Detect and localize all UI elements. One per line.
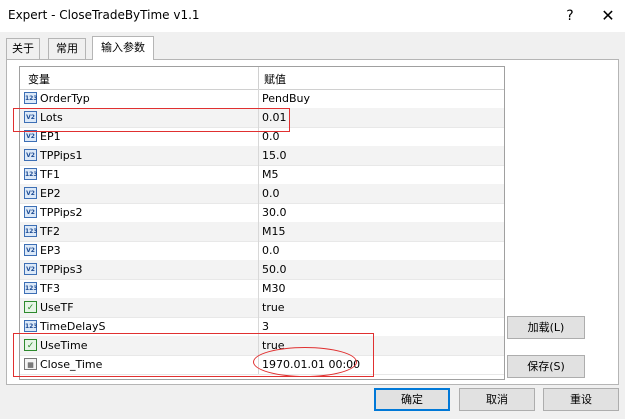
close-button[interactable]: ✕: [598, 6, 618, 26]
param-value[interactable]: 30.0: [262, 206, 287, 219]
param-name: TF1: [40, 168, 61, 181]
param-name: Close_Time: [40, 358, 103, 371]
param-row[interactable]: V2 TPPips3 50.0: [20, 260, 504, 280]
int-icon: 123: [24, 168, 38, 180]
tab-common[interactable]: 常用: [48, 38, 86, 59]
param-value[interactable]: 0.0: [262, 187, 280, 200]
cell-divider: [258, 89, 259, 108]
cell-divider: [258, 146, 259, 165]
bool-icon: ✓: [24, 301, 37, 313]
param-value[interactable]: M5: [262, 168, 279, 181]
parameters-grid: 变量 赋值 123 OrderTyp PendBuy V2 Lots 0.01 V2 EP1 0…: [19, 66, 505, 380]
param-row[interactable]: ✓ UseTime true: [20, 336, 504, 356]
param-value[interactable]: 50.0: [262, 263, 287, 276]
cell-divider: [258, 260, 259, 279]
param-row[interactable]: V2 TPPips2 30.0: [20, 203, 504, 223]
param-row[interactable]: ▦ Close_Time 1970.01.01 00:00: [20, 355, 504, 375]
column-divider[interactable]: [258, 67, 259, 89]
param-row[interactable]: 123 OrderTyp PendBuy: [20, 89, 504, 109]
tab-about[interactable]: 关于: [6, 38, 40, 59]
load-button[interactable]: 加载(L): [507, 316, 585, 339]
param-name: Lots: [40, 111, 63, 124]
param-row[interactable]: V2 EP3 0.0: [20, 241, 504, 261]
window-title: Expert - CloseTradeByTime v1.1: [8, 8, 200, 22]
param-name: TF3: [40, 282, 61, 295]
cell-divider: [258, 108, 259, 127]
cancel-button[interactable]: 取消: [459, 388, 535, 411]
param-name: EP2: [40, 187, 61, 200]
param-value[interactable]: 1970.01.01 00:00: [262, 358, 360, 371]
column-header-variable[interactable]: 变量: [28, 71, 50, 87]
param-row[interactable]: 123 TF3 M30: [20, 279, 504, 299]
double-icon: V2: [24, 263, 37, 275]
param-name: UseTF: [40, 301, 74, 314]
param-row[interactable]: V2 TPPips1 15.0: [20, 146, 504, 166]
double-icon: V2: [24, 130, 37, 142]
param-name: TF2: [40, 225, 61, 238]
cell-divider: [258, 165, 259, 184]
param-name: TPPips3: [40, 263, 83, 276]
param-row[interactable]: ✓ UseTF true: [20, 298, 504, 318]
cell-divider: [258, 222, 259, 241]
save-button[interactable]: 保存(S): [507, 355, 585, 378]
cell-divider: [258, 298, 259, 317]
int-icon: 123: [24, 320, 38, 332]
param-value[interactable]: 15.0: [262, 149, 287, 162]
cell-divider: [258, 203, 259, 222]
cell-divider: [258, 241, 259, 260]
column-header-value[interactable]: 赋值: [264, 71, 286, 87]
param-name: TimeDelayS: [40, 320, 106, 333]
param-row[interactable]: V2 EP1 0.0: [20, 127, 504, 147]
param-value[interactable]: true: [262, 301, 285, 314]
title-bar: Expert - CloseTradeByTime v1.1 ? ✕: [0, 0, 625, 32]
bool-icon: ✓: [24, 339, 37, 351]
cell-divider: [258, 279, 259, 298]
help-button[interactable]: ?: [560, 6, 580, 26]
param-name: EP1: [40, 130, 61, 143]
param-row[interactable]: 123 TimeDelayS 3: [20, 317, 504, 337]
param-row[interactable]: V2 EP2 0.0: [20, 184, 504, 204]
param-row[interactable]: V2 Lots 0.01: [20, 108, 504, 128]
int-icon: 123: [24, 225, 38, 237]
param-value[interactable]: 0.01: [262, 111, 287, 124]
cell-divider: [258, 184, 259, 203]
ok-button[interactable]: 确定: [374, 388, 450, 411]
cell-divider: [258, 127, 259, 146]
datetime-icon: ▦: [24, 358, 37, 370]
reset-button[interactable]: 重设: [543, 388, 619, 411]
double-icon: V2: [24, 149, 37, 161]
int-icon: 123: [24, 92, 38, 104]
param-row[interactable]: 123 TF1 M5: [20, 165, 504, 185]
param-name: UseTime: [40, 339, 88, 352]
cell-divider: [258, 336, 259, 355]
param-value[interactable]: 3: [262, 320, 269, 333]
param-value[interactable]: M30: [262, 282, 286, 295]
param-value[interactable]: 0.0: [262, 244, 280, 257]
double-icon: V2: [24, 206, 37, 218]
double-icon: V2: [24, 244, 37, 256]
param-name: TPPips1: [40, 149, 83, 162]
inputs-panel: 变量 赋值 123 OrderTyp PendBuy V2 Lots 0.01 V2 EP1 0…: [6, 59, 619, 385]
param-value[interactable]: PendBuy: [262, 92, 310, 105]
param-value[interactable]: true: [262, 339, 285, 352]
double-icon: V2: [24, 187, 37, 199]
param-row[interactable]: 123 TF2 M15: [20, 222, 504, 242]
tab-inputs[interactable]: 输入参数: [92, 36, 154, 60]
param-name: TPPips2: [40, 206, 83, 219]
cell-divider: [258, 317, 259, 336]
param-value[interactable]: 0.0: [262, 130, 280, 143]
param-value[interactable]: M15: [262, 225, 286, 238]
param-name: EP3: [40, 244, 61, 257]
grid-header: 变量 赋值: [20, 67, 504, 90]
int-icon: 123: [24, 282, 38, 294]
cell-divider: [258, 355, 259, 374]
double-icon: V2: [24, 111, 37, 123]
param-name: OrderTyp: [40, 92, 90, 105]
